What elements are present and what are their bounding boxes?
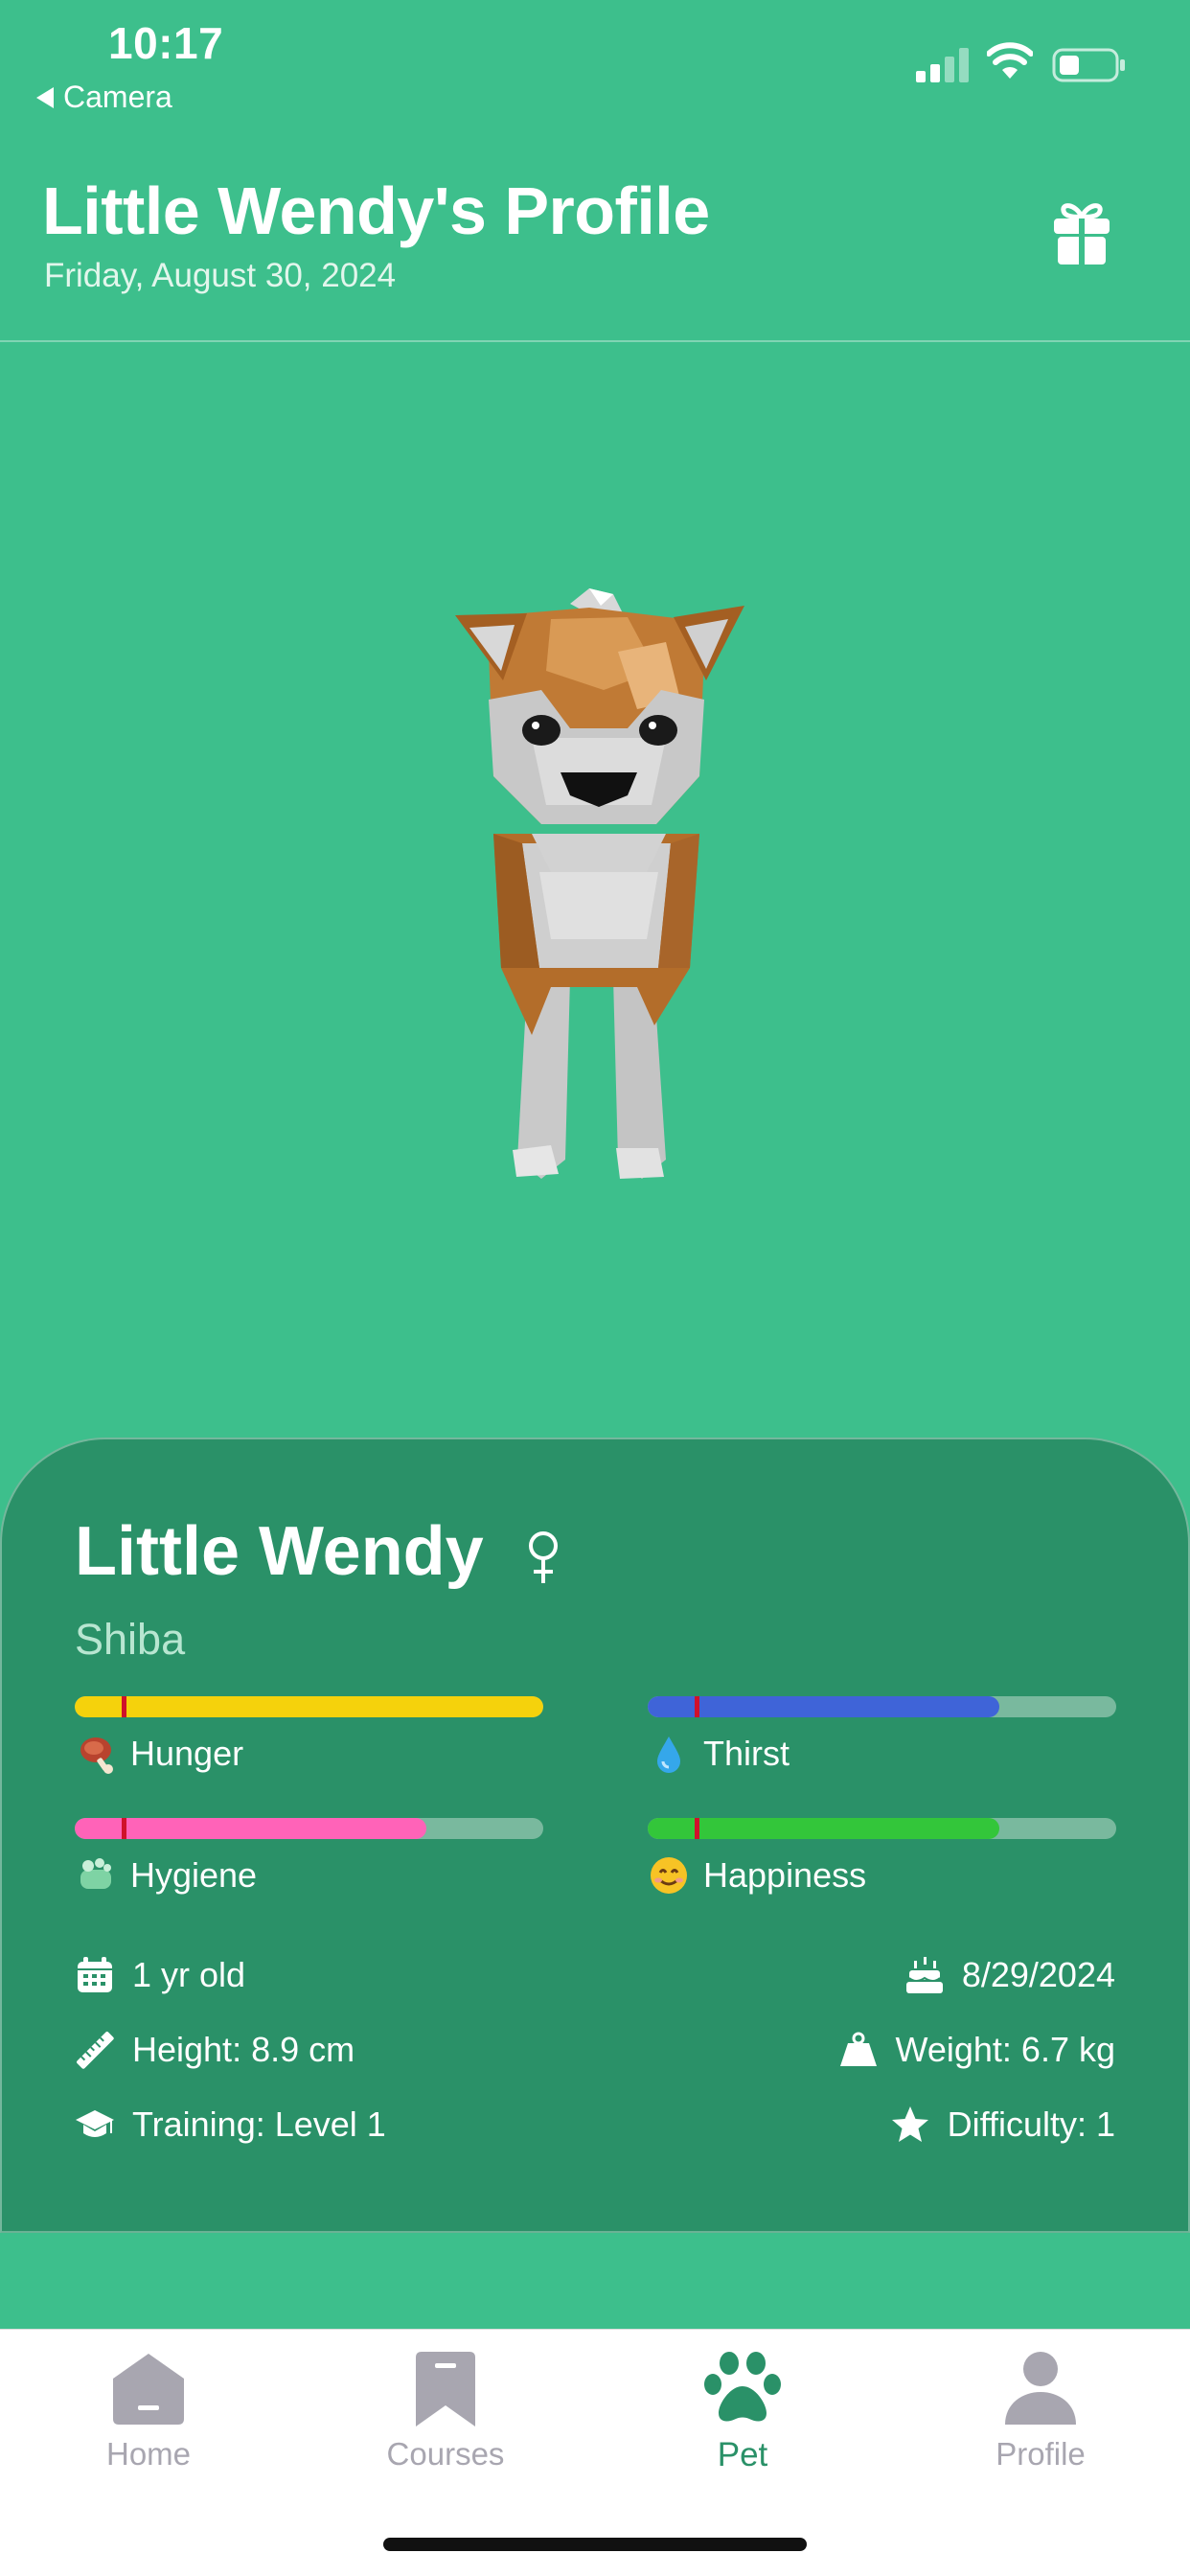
calendar-icon	[78, 1957, 112, 1992]
hunger-label-row: Hunger	[75, 1733, 243, 1775]
shiba-dog-3d-model[interactable]	[436, 585, 762, 1188]
wifi-icon	[987, 42, 1033, 79]
difficulty-value: Difficulty: 1	[947, 2104, 1115, 2144]
battery-icon	[1052, 48, 1125, 82]
tab-courses-label: Courses	[386, 2436, 505, 2472]
training-row: Training: Level 1	[75, 2104, 386, 2145]
hygiene-bar-fill	[75, 1818, 426, 1839]
back-to-camera-link[interactable]: Camera	[36, 80, 172, 115]
hunger-label: Hunger	[130, 1734, 244, 1773]
birthday-cake-icon	[905, 1957, 943, 1993]
star-icon	[891, 2106, 928, 2142]
difficulty-row: Difficulty: 1	[890, 2104, 1115, 2145]
training-value: Training: Level 1	[132, 2104, 386, 2144]
home-icon	[113, 2354, 184, 2425]
paw-icon	[704, 2352, 781, 2422]
graduation-cap-icon	[76, 2110, 114, 2137]
pet-name: Little Wendy	[75, 1513, 484, 1590]
header-divider	[0, 340, 1190, 342]
smiley-icon	[651, 1857, 687, 1894]
hygiene-bar	[75, 1818, 543, 1839]
weight-icon	[839, 2032, 877, 2066]
pet-breed: Shiba	[75, 1615, 186, 1664]
tab-courses[interactable]: Courses	[350, 2350, 541, 2472]
weight-row: Weight: 6.7 kg	[838, 2030, 1115, 2070]
height-value: Height: 8.9 cm	[132, 2030, 355, 2069]
home-indicator	[383, 2538, 807, 2551]
hunger-bar-fill	[75, 1696, 543, 1717]
age-row: 1 yr old	[75, 1955, 245, 1995]
page-date: Friday, August 30, 2024	[44, 257, 397, 294]
meat-icon	[80, 1737, 113, 1774]
birthday-row: 8/29/2024	[904, 1955, 1115, 1995]
hunger-bar-marker	[121, 1696, 126, 1717]
gift-icon[interactable]	[1052, 201, 1111, 266]
hygiene-label: Hygiene	[130, 1855, 258, 1895]
thirst-bar-fill	[648, 1696, 999, 1717]
hygiene-bar-marker	[121, 1818, 126, 1839]
status-time: 10:17	[108, 18, 224, 68]
page-title: Little Wendy's Profile	[42, 173, 710, 248]
happiness-bar	[648, 1818, 1116, 1839]
tab-pet[interactable]: Pet	[647, 2350, 838, 2474]
happiness-label-row: Happiness	[648, 1854, 866, 1897]
tab-home-label: Home	[105, 2436, 192, 2472]
soap-icon	[80, 1858, 111, 1889]
tab-profile[interactable]: Profile	[945, 2350, 1136, 2472]
hunger-bar	[75, 1696, 543, 1717]
weight-value: Weight: 6.7 kg	[895, 2030, 1115, 2069]
pet-profile-screen: 10:17 Camera Little Wendy's Profile Frid…	[0, 0, 1190, 2576]
happiness-bar-fill	[648, 1818, 999, 1839]
ruler-icon	[77, 2032, 114, 2069]
back-label: Camera	[63, 80, 172, 114]
hygiene-label-row: Hygiene	[75, 1854, 257, 1897]
age-value: 1 yr old	[132, 1955, 246, 1994]
thirst-bar-marker	[694, 1696, 699, 1717]
person-icon	[1005, 2352, 1076, 2425]
happiness-bar-marker	[694, 1818, 699, 1839]
tab-pet-label: Pet	[717, 2436, 768, 2473]
droplet-icon	[657, 1736, 680, 1773]
thirst-label: Thirst	[703, 1734, 790, 1773]
tab-home[interactable]: Home	[53, 2350, 244, 2472]
cellular-signal-icon	[916, 48, 969, 82]
thirst-bar	[648, 1696, 1116, 1717]
tab-profile-label: Profile	[995, 2436, 1086, 2472]
female-symbol-icon	[529, 1531, 558, 1583]
back-arrow-icon	[36, 86, 54, 108]
thirst-label-row: Thirst	[648, 1733, 790, 1775]
happiness-label: Happiness	[703, 1855, 867, 1895]
birthday-value: 8/29/2024	[961, 1955, 1115, 1994]
height-row: Height: 8.9 cm	[75, 2030, 355, 2070]
bookmark-icon	[416, 2352, 475, 2426]
